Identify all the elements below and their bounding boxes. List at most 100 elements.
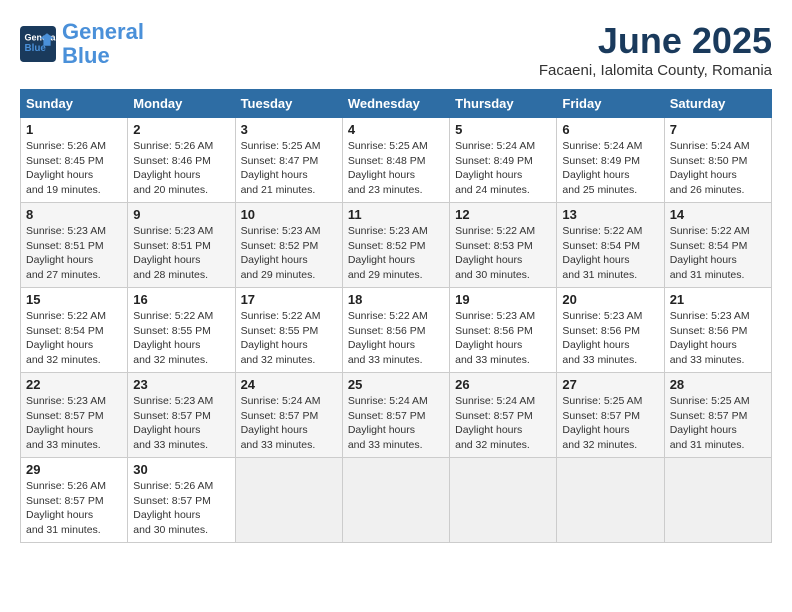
calendar-cell: 9 Sunrise: 5:23 AMSunset: 8:51 PMDayligh… bbox=[128, 203, 235, 288]
calendar-cell bbox=[664, 458, 771, 543]
day-number: 15 bbox=[26, 292, 122, 307]
day-number: 11 bbox=[348, 207, 444, 222]
calendar-cell: 13 Sunrise: 5:22 AMSunset: 8:54 PMDaylig… bbox=[557, 203, 664, 288]
day-number: 5 bbox=[455, 122, 551, 137]
day-number: 23 bbox=[133, 377, 229, 392]
calendar-cell: 12 Sunrise: 5:22 AMSunset: 8:53 PMDaylig… bbox=[450, 203, 557, 288]
day-number: 14 bbox=[670, 207, 766, 222]
day-number: 10 bbox=[241, 207, 337, 222]
logo-text: GeneralBlue bbox=[62, 20, 144, 68]
day-info: Sunrise: 5:24 AMSunset: 8:50 PMDaylight … bbox=[670, 140, 750, 196]
calendar-cell: 30 Sunrise: 5:26 AMSunset: 8:57 PMDaylig… bbox=[128, 458, 235, 543]
calendar-table: SundayMondayTuesdayWednesdayThursdayFrid… bbox=[20, 89, 772, 543]
title-area: June 2025 Facaeni, Ialomita County, Roma… bbox=[539, 20, 772, 79]
day-number: 19 bbox=[455, 292, 551, 307]
day-info: Sunrise: 5:26 AMSunset: 8:57 PMDaylight … bbox=[133, 480, 213, 536]
day-info: Sunrise: 5:23 AMSunset: 8:56 PMDaylight … bbox=[670, 310, 750, 366]
calendar-cell: 15 Sunrise: 5:22 AMSunset: 8:54 PMDaylig… bbox=[21, 288, 128, 373]
day-number: 27 bbox=[562, 377, 658, 392]
day-number: 18 bbox=[348, 292, 444, 307]
calendar-cell: 28 Sunrise: 5:25 AMSunset: 8:57 PMDaylig… bbox=[664, 373, 771, 458]
day-info: Sunrise: 5:22 AMSunset: 8:54 PMDaylight … bbox=[562, 225, 642, 281]
location-title: Facaeni, Ialomita County, Romania bbox=[539, 62, 772, 79]
calendar-cell: 17 Sunrise: 5:22 AMSunset: 8:55 PMDaylig… bbox=[235, 288, 342, 373]
day-info: Sunrise: 5:24 AMSunset: 8:57 PMDaylight … bbox=[241, 395, 321, 451]
calendar-cell bbox=[450, 458, 557, 543]
calendar-cell: 3 Sunrise: 5:25 AMSunset: 8:47 PMDayligh… bbox=[235, 118, 342, 203]
calendar-cell: 14 Sunrise: 5:22 AMSunset: 8:54 PMDaylig… bbox=[664, 203, 771, 288]
weekday-header-friday: Friday bbox=[557, 90, 664, 118]
day-info: Sunrise: 5:24 AMSunset: 8:49 PMDaylight … bbox=[455, 140, 535, 196]
day-info: Sunrise: 5:22 AMSunset: 8:53 PMDaylight … bbox=[455, 225, 535, 281]
day-info: Sunrise: 5:23 AMSunset: 8:51 PMDaylight … bbox=[133, 225, 213, 281]
calendar-week-3: 15 Sunrise: 5:22 AMSunset: 8:54 PMDaylig… bbox=[21, 288, 772, 373]
weekday-header-tuesday: Tuesday bbox=[235, 90, 342, 118]
calendar-cell: 29 Sunrise: 5:26 AMSunset: 8:57 PMDaylig… bbox=[21, 458, 128, 543]
calendar-cell bbox=[557, 458, 664, 543]
logo: General Blue GeneralBlue bbox=[20, 20, 144, 68]
day-number: 3 bbox=[241, 122, 337, 137]
weekday-header-row: SundayMondayTuesdayWednesdayThursdayFrid… bbox=[21, 90, 772, 118]
day-number: 2 bbox=[133, 122, 229, 137]
weekday-header-monday: Monday bbox=[128, 90, 235, 118]
day-number: 21 bbox=[670, 292, 766, 307]
day-number: 24 bbox=[241, 377, 337, 392]
calendar-cell: 6 Sunrise: 5:24 AMSunset: 8:49 PMDayligh… bbox=[557, 118, 664, 203]
day-info: Sunrise: 5:24 AMSunset: 8:49 PMDaylight … bbox=[562, 140, 642, 196]
day-number: 8 bbox=[26, 207, 122, 222]
day-number: 12 bbox=[455, 207, 551, 222]
day-number: 29 bbox=[26, 462, 122, 477]
day-info: Sunrise: 5:23 AMSunset: 8:52 PMDaylight … bbox=[241, 225, 321, 281]
day-info: Sunrise: 5:23 AMSunset: 8:56 PMDaylight … bbox=[455, 310, 535, 366]
calendar-cell: 26 Sunrise: 5:24 AMSunset: 8:57 PMDaylig… bbox=[450, 373, 557, 458]
day-info: Sunrise: 5:24 AMSunset: 8:57 PMDaylight … bbox=[455, 395, 535, 451]
day-number: 9 bbox=[133, 207, 229, 222]
day-info: Sunrise: 5:22 AMSunset: 8:56 PMDaylight … bbox=[348, 310, 428, 366]
day-info: Sunrise: 5:23 AMSunset: 8:51 PMDaylight … bbox=[26, 225, 106, 281]
calendar-cell: 11 Sunrise: 5:23 AMSunset: 8:52 PMDaylig… bbox=[342, 203, 449, 288]
calendar-cell: 1 Sunrise: 5:26 AMSunset: 8:45 PMDayligh… bbox=[21, 118, 128, 203]
calendar-cell: 16 Sunrise: 5:22 AMSunset: 8:55 PMDaylig… bbox=[128, 288, 235, 373]
day-number: 13 bbox=[562, 207, 658, 222]
day-number: 1 bbox=[26, 122, 122, 137]
day-info: Sunrise: 5:22 AMSunset: 8:55 PMDaylight … bbox=[241, 310, 321, 366]
day-info: Sunrise: 5:26 AMSunset: 8:45 PMDaylight … bbox=[26, 140, 106, 196]
calendar-cell: 20 Sunrise: 5:23 AMSunset: 8:56 PMDaylig… bbox=[557, 288, 664, 373]
page-header: General Blue GeneralBlue June 2025 Facae… bbox=[20, 20, 772, 79]
calendar-cell: 8 Sunrise: 5:23 AMSunset: 8:51 PMDayligh… bbox=[21, 203, 128, 288]
day-info: Sunrise: 5:23 AMSunset: 8:57 PMDaylight … bbox=[26, 395, 106, 451]
day-number: 26 bbox=[455, 377, 551, 392]
day-number: 17 bbox=[241, 292, 337, 307]
calendar-week-4: 22 Sunrise: 5:23 AMSunset: 8:57 PMDaylig… bbox=[21, 373, 772, 458]
month-title: June 2025 bbox=[539, 20, 772, 62]
day-info: Sunrise: 5:26 AMSunset: 8:57 PMDaylight … bbox=[26, 480, 106, 536]
weekday-header-wednesday: Wednesday bbox=[342, 90, 449, 118]
calendar-cell: 24 Sunrise: 5:24 AMSunset: 8:57 PMDaylig… bbox=[235, 373, 342, 458]
calendar-cell bbox=[235, 458, 342, 543]
weekday-header-thursday: Thursday bbox=[450, 90, 557, 118]
day-info: Sunrise: 5:25 AMSunset: 8:57 PMDaylight … bbox=[562, 395, 642, 451]
calendar-cell: 2 Sunrise: 5:26 AMSunset: 8:46 PMDayligh… bbox=[128, 118, 235, 203]
day-number: 20 bbox=[562, 292, 658, 307]
day-info: Sunrise: 5:24 AMSunset: 8:57 PMDaylight … bbox=[348, 395, 428, 451]
calendar-cell: 19 Sunrise: 5:23 AMSunset: 8:56 PMDaylig… bbox=[450, 288, 557, 373]
day-info: Sunrise: 5:25 AMSunset: 8:47 PMDaylight … bbox=[241, 140, 321, 196]
day-info: Sunrise: 5:23 AMSunset: 8:57 PMDaylight … bbox=[133, 395, 213, 451]
calendar-cell: 25 Sunrise: 5:24 AMSunset: 8:57 PMDaylig… bbox=[342, 373, 449, 458]
day-info: Sunrise: 5:22 AMSunset: 8:54 PMDaylight … bbox=[670, 225, 750, 281]
calendar-cell: 4 Sunrise: 5:25 AMSunset: 8:48 PMDayligh… bbox=[342, 118, 449, 203]
day-number: 7 bbox=[670, 122, 766, 137]
calendar-cell: 18 Sunrise: 5:22 AMSunset: 8:56 PMDaylig… bbox=[342, 288, 449, 373]
day-number: 16 bbox=[133, 292, 229, 307]
calendar-cell: 22 Sunrise: 5:23 AMSunset: 8:57 PMDaylig… bbox=[21, 373, 128, 458]
day-info: Sunrise: 5:23 AMSunset: 8:52 PMDaylight … bbox=[348, 225, 428, 281]
day-info: Sunrise: 5:22 AMSunset: 8:54 PMDaylight … bbox=[26, 310, 106, 366]
calendar-cell: 7 Sunrise: 5:24 AMSunset: 8:50 PMDayligh… bbox=[664, 118, 771, 203]
calendar-cell: 23 Sunrise: 5:23 AMSunset: 8:57 PMDaylig… bbox=[128, 373, 235, 458]
calendar-cell: 5 Sunrise: 5:24 AMSunset: 8:49 PMDayligh… bbox=[450, 118, 557, 203]
day-info: Sunrise: 5:22 AMSunset: 8:55 PMDaylight … bbox=[133, 310, 213, 366]
logo-icon: General Blue bbox=[20, 26, 56, 62]
weekday-header-saturday: Saturday bbox=[664, 90, 771, 118]
day-number: 28 bbox=[670, 377, 766, 392]
calendar-cell bbox=[342, 458, 449, 543]
